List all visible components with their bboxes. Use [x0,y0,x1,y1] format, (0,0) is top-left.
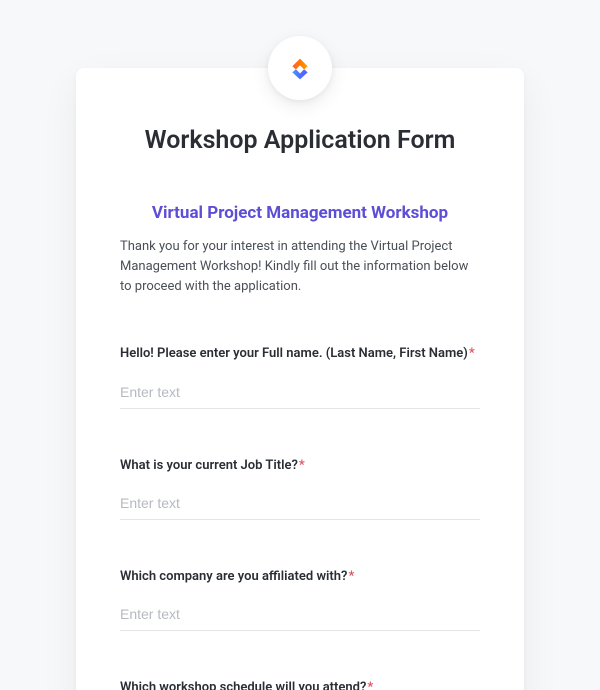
company-label: Which company are you affiliated with?* [120,568,480,586]
required-marker: * [299,458,305,473]
schedule-label: Which workshop schedule will you attend?… [120,679,480,690]
label-text: Hello! Please enter your Full name. (Las… [120,346,468,361]
company-input[interactable] [120,596,480,631]
required-marker: * [367,680,373,690]
clickup-icon [283,51,317,85]
field-schedule: Which workshop schedule will you attend?… [120,679,480,690]
brand-logo [268,36,332,100]
label-text: What is your current Job Title? [120,458,298,473]
label-text: Which workshop schedule will you attend? [120,680,366,690]
required-marker: * [469,346,475,361]
full-name-input[interactable] [120,374,480,409]
job-title-label: What is your current Job Title?* [120,457,480,475]
form-subtitle: Virtual Project Management Workshop [120,203,480,223]
label-text: Which company are you affiliated with? [120,569,347,584]
form-card: Workshop Application Form Virtual Projec… [76,68,524,690]
field-job-title: What is your current Job Title?* [120,457,480,520]
job-title-input[interactable] [120,485,480,520]
required-marker: * [348,569,354,584]
full-name-label: Hello! Please enter your Full name. (Las… [120,345,480,363]
field-company: Which company are you affiliated with?* [120,568,480,631]
intro-text: Thank you for your interest in attending… [120,237,480,297]
field-full-name: Hello! Please enter your Full name. (Las… [120,345,480,408]
page-title: Workshop Application Form [120,126,480,155]
